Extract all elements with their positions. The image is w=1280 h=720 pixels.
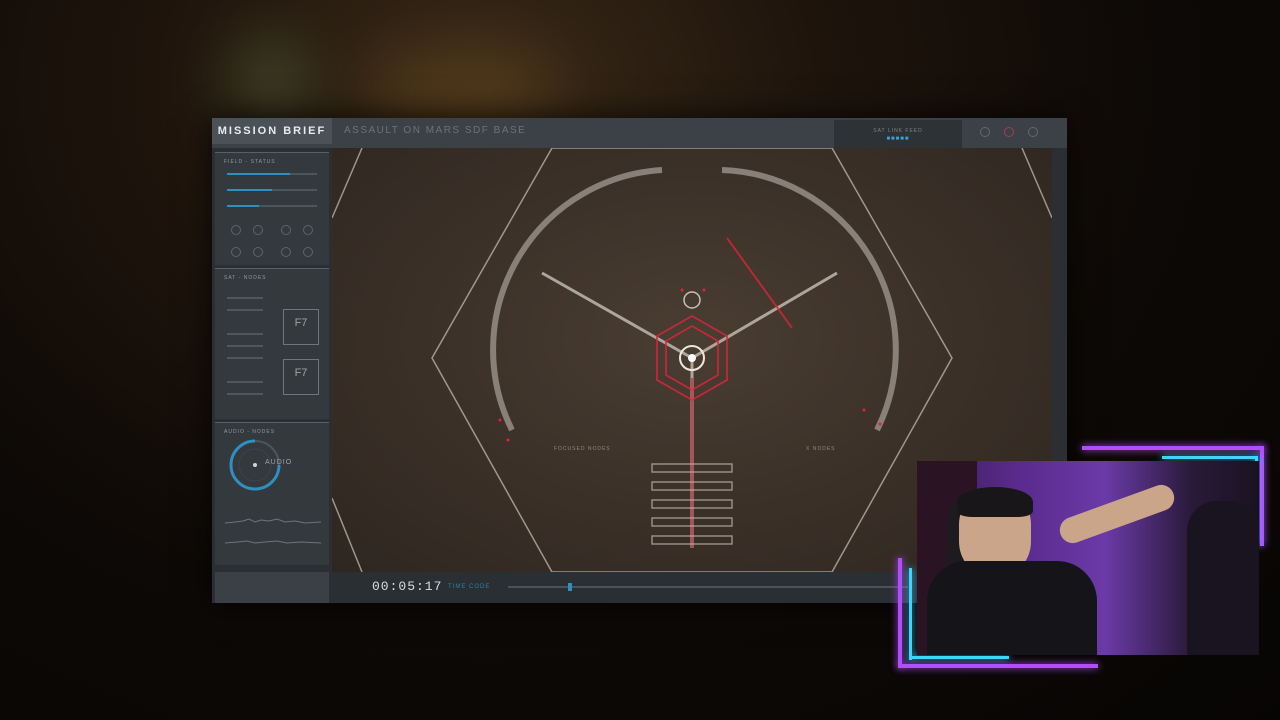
bottom-left-panel	[215, 572, 329, 603]
mission-subtitle: ASSAULT ON MARS SDF BASE	[344, 125, 527, 136]
neon-frame	[1260, 446, 1264, 546]
node-line	[227, 333, 263, 335]
knob-icon[interactable]	[231, 247, 241, 257]
knob-icon[interactable]	[253, 225, 263, 235]
map-label: FOCUSED NODES	[554, 446, 611, 452]
webcam-feed	[917, 461, 1259, 655]
node-line	[227, 345, 263, 347]
neon-frame	[1082, 446, 1264, 450]
knob-icon[interactable]	[231, 225, 241, 235]
node-line	[227, 357, 263, 359]
sat-link-feed: SAT LINK FEED ■■■■■	[834, 120, 962, 148]
timecode-label: TIME CODE	[448, 584, 491, 590]
knob-icon[interactable]	[281, 247, 291, 257]
mission-brief-title: MISSION BRIEF	[212, 118, 332, 144]
webcam-chair	[1187, 501, 1259, 655]
window-control-icon[interactable]	[980, 127, 990, 137]
map-label: X NODES	[806, 446, 836, 452]
knob-icon[interactable]	[281, 225, 291, 235]
knob-icon[interactable]	[303, 247, 313, 257]
neon-frame	[898, 664, 1098, 668]
knob-icon[interactable]	[253, 247, 263, 257]
audio-nodes-panel: AUDIO - NODES AUDIO	[215, 422, 329, 565]
panel-header: FIELD - STATUS	[224, 159, 276, 165]
sat-node-box[interactable]: F7	[283, 359, 319, 395]
neon-frame	[898, 558, 902, 668]
background-glow	[230, 40, 310, 120]
panel-header: SAT - NODES	[224, 275, 267, 281]
webcam-person-hair	[957, 487, 1033, 517]
node-line	[227, 393, 263, 395]
sat-node-box[interactable]: F7	[283, 309, 319, 345]
sat-nodes-panel: SAT - NODES F7 F7	[215, 268, 329, 419]
node-line	[227, 297, 263, 299]
timecode: 00:05:17	[372, 579, 443, 594]
status-bar	[227, 173, 317, 175]
neon-frame	[909, 568, 912, 660]
node-line	[227, 309, 263, 311]
webcam-person-body	[927, 561, 1097, 655]
audio-waveform	[225, 518, 321, 544]
field-status-panel: FIELD - STATUS	[215, 152, 329, 265]
feed-indicator: ■■■■■	[886, 136, 910, 142]
left-sidebar: FIELD - STATUS SAT - NODES F7 F7 AUDIO -…	[215, 152, 329, 600]
feed-label: SAT LINK FEED	[873, 128, 923, 134]
status-bar	[227, 205, 317, 207]
timeline-thumb[interactable]	[568, 583, 572, 591]
webcam-overlay	[898, 446, 1264, 668]
webcam-person-arm	[1056, 481, 1178, 547]
node-line	[227, 381, 263, 383]
brief-header: MISSION BRIEF ASSAULT ON MARS SDF BASE S…	[212, 118, 1067, 148]
audio-label: AUDIO	[265, 459, 293, 466]
knob-icon[interactable]	[303, 225, 313, 235]
neon-frame	[909, 656, 1009, 659]
status-bar	[227, 189, 317, 191]
neon-frame	[1162, 456, 1258, 459]
record-icon[interactable]	[1004, 127, 1014, 137]
window-control-icon[interactable]	[1028, 127, 1038, 137]
